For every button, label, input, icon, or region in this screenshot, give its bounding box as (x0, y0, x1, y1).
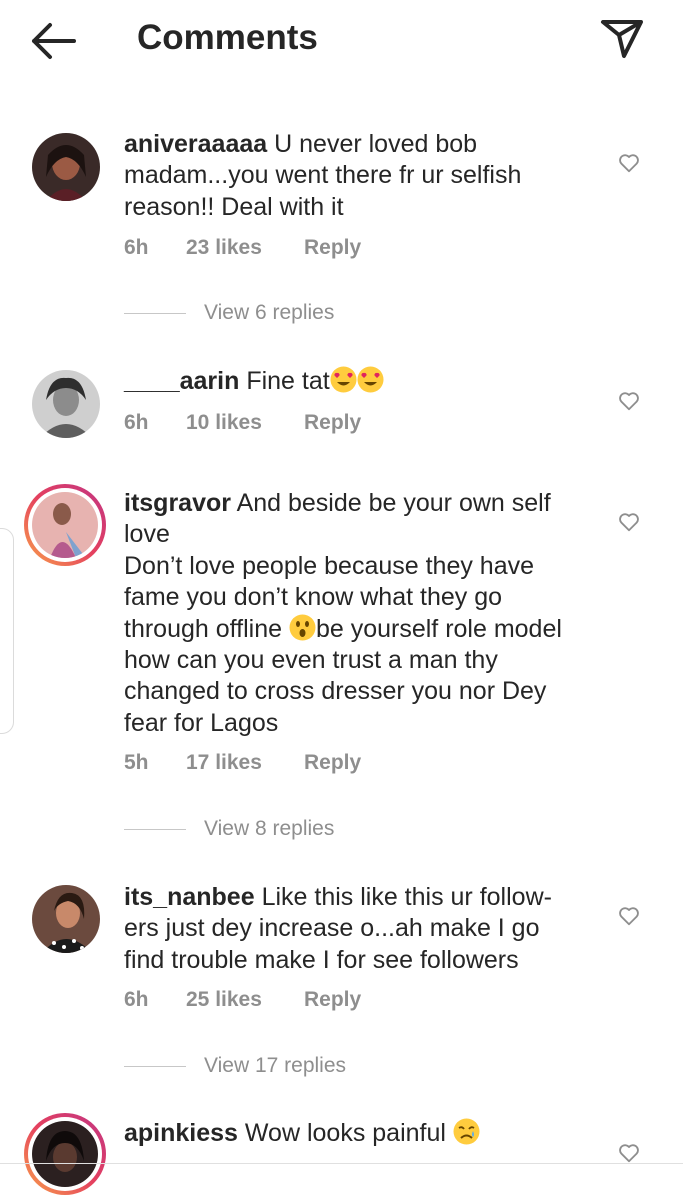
view-replies-label: View 6 replies (204, 301, 335, 324)
heart-eyes-emoji-icon (357, 366, 384, 393)
reply-button[interactable]: Reply (304, 236, 361, 260)
top-bar: Comments (0, 0, 683, 82)
heart-icon[interactable] (618, 152, 640, 174)
comment-time: 5h (124, 751, 149, 774)
heart-icon[interactable] (618, 1142, 640, 1164)
comment-time: 6h (124, 236, 149, 259)
comment-username[interactable]: apinkiess (124, 1119, 238, 1147)
comment-time: 6h (124, 411, 149, 434)
comment-meta: 6h 23 likes Reply (124, 236, 361, 260)
comment-meta: 5h 17 likes Reply (124, 751, 361, 775)
page-title: Comments (137, 18, 318, 57)
send-direct-icon[interactable] (600, 18, 644, 60)
side-drawer-handle[interactable] (0, 528, 14, 734)
heart-icon[interactable] (618, 390, 640, 412)
comment-text: its_nanbee Like this like this ur follow… (124, 882, 574, 976)
divider (124, 1065, 186, 1067)
avatar-photo (32, 492, 98, 558)
comment-time: 6h (124, 988, 149, 1011)
comment-text: ____aarin Fine tat (124, 366, 574, 397)
comment-likes[interactable]: 10 likes (186, 411, 304, 435)
comment-likes[interactable]: 25 likes (186, 988, 304, 1012)
comment-meta: 6h 25 likes Reply (124, 988, 361, 1012)
avatar[interactable] (32, 370, 100, 438)
comment-text: aniveraaaaa U never loved bob madam...yo… (124, 129, 574, 223)
comment-username[interactable]: itsgravor (124, 489, 231, 517)
comment-username[interactable]: ____aarin (124, 367, 239, 395)
reply-button[interactable]: Reply (304, 751, 361, 775)
comment-likes[interactable]: 17 likes (186, 751, 304, 775)
avatar-with-story-ring[interactable] (24, 1113, 106, 1195)
heart-icon[interactable] (618, 511, 640, 533)
comment-meta: 6h 10 likes Reply (124, 411, 361, 435)
reply-button[interactable]: Reply (304, 411, 361, 435)
view-replies-button[interactable]: View 8 replies (124, 817, 334, 841)
comment-body: Wow looks painful (244, 1119, 446, 1147)
comment-text: itsgravor And beside be your own self lo… (124, 488, 574, 739)
view-replies-label: View 17 replies (204, 1054, 347, 1077)
comment-body: Fine tat (246, 367, 330, 395)
avatar[interactable] (32, 885, 100, 953)
comment-username[interactable]: its_nanbee (124, 883, 255, 911)
divider (124, 312, 186, 314)
back-arrow-icon[interactable] (28, 22, 76, 60)
crying-emoji-icon (453, 1118, 480, 1145)
view-replies-button[interactable]: View 17 replies (124, 1054, 346, 1078)
view-replies-button[interactable]: View 6 replies (124, 301, 334, 325)
comment-input-divider (0, 1163, 683, 1164)
surprised-emoji-icon (289, 614, 316, 641)
divider (124, 828, 186, 830)
comment-text: apinkiess Wow looks painful (124, 1118, 574, 1149)
comment-username[interactable]: aniveraaaaa (124, 130, 267, 158)
comment-likes[interactable]: 23 likes (186, 236, 304, 260)
avatar-photo (32, 1121, 98, 1187)
avatar[interactable] (32, 133, 100, 201)
view-replies-label: View 8 replies (204, 817, 335, 840)
avatar-with-story-ring[interactable] (24, 484, 106, 566)
heart-icon[interactable] (618, 905, 640, 927)
heart-eyes-emoji-icon (330, 366, 357, 393)
reply-button[interactable]: Reply (304, 988, 361, 1012)
